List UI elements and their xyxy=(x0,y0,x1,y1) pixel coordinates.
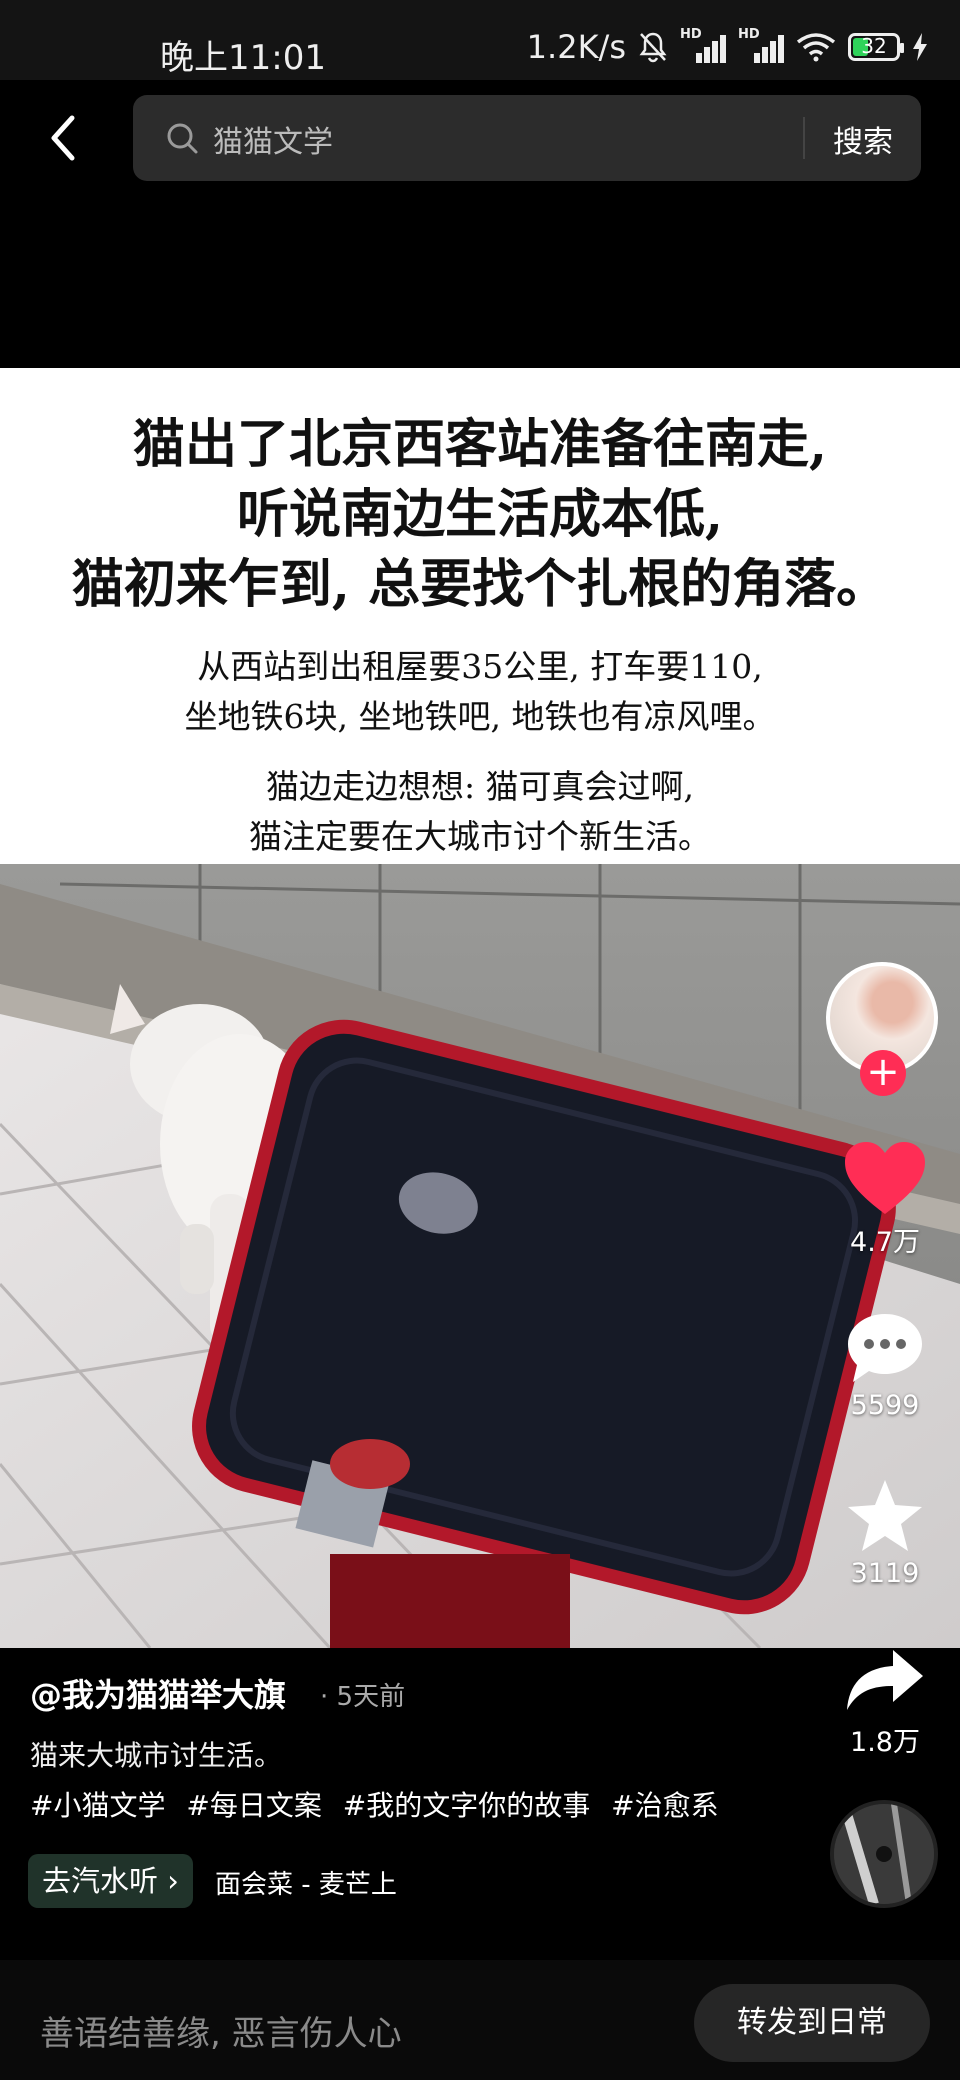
body-line: 猫边走边想想: 猫可真会过啊, xyxy=(265,767,695,806)
hashtag-list: #小猫文学 #每日文案 #我的文字你的故事 #治愈系 xyxy=(30,1784,731,1824)
status-time: 晚上11:01 xyxy=(160,38,326,78)
net-speed: 1.2K/s xyxy=(526,28,626,66)
search-button[interactable]: 搜索 xyxy=(833,117,893,161)
hashtag[interactable]: #治愈系 xyxy=(611,1789,718,1822)
headline-line: 听说南边生活成本低, xyxy=(236,484,724,545)
like-action[interactable]: 4.7万 xyxy=(820,1140,950,1259)
wifi-icon xyxy=(796,33,836,62)
body-line: 猫注定要在大城市讨个新生活。 xyxy=(249,817,711,856)
like-count: 4.7万 xyxy=(850,1227,920,1258)
share-action[interactable]: 1.8万 xyxy=(820,1646,950,1759)
share-count: 1.8万 xyxy=(850,1727,920,1758)
comment-icon[interactable] xyxy=(845,1310,925,1386)
hd-signal-icon: HD xyxy=(680,27,726,63)
comment-count: 5599 xyxy=(850,1390,920,1421)
listen-in-app-button[interactable]: 去汽水听 › xyxy=(28,1854,193,1908)
favorite-action[interactable]: 3119 xyxy=(820,1478,950,1589)
bell-off-icon xyxy=(639,32,667,63)
post-caption: 猫来大城市讨生活。 xyxy=(30,1739,283,1772)
headline-line: 猫出了北京西客站准备往南走, xyxy=(132,414,828,475)
star-icon[interactable] xyxy=(845,1478,925,1554)
forward-to-daily-button[interactable]: 转发到日常 xyxy=(694,1984,930,2062)
comment-action[interactable]: 5599 xyxy=(820,1310,950,1421)
headline-line: 猫初来乍到, 总要找个扎根的角落。 xyxy=(71,554,889,615)
comment-input[interactable]: 善语结善缘, 恶言伤人心 xyxy=(40,2006,402,2055)
heart-icon[interactable] xyxy=(843,1140,927,1216)
battery-icon: 32 xyxy=(848,33,904,61)
music-cover-image xyxy=(834,1804,934,1904)
cat-suitcase-photo xyxy=(0,864,960,1648)
search-query[interactable]: 猫猫文学 xyxy=(213,117,333,161)
status-bar: 晚上11:01 1.2K/s HD HD 32 xyxy=(0,0,960,80)
post-text-card: 猫出了北京西客站准备往南走, 听说南边生活成本低, 猫初来乍到, 总要找个扎根的… xyxy=(0,368,960,864)
song-title[interactable]: 面会菜 - 麦芒上 xyxy=(215,1864,397,1901)
hashtag[interactable]: #每日文案 xyxy=(186,1789,321,1822)
search-icon xyxy=(167,123,198,154)
post-time: · 5天前 xyxy=(320,1682,406,1712)
status-icons: 1.2K/s HD HD 32 xyxy=(526,27,928,66)
search-divider xyxy=(803,117,805,159)
share-icon[interactable] xyxy=(845,1646,925,1716)
back-arrow-icon[interactable] xyxy=(40,108,84,168)
follow-button[interactable]: + xyxy=(860,1050,906,1096)
comment-bar: 善语结善缘, 恶言伤人心 转发到日常 xyxy=(0,1960,960,2080)
chevron-right-icon: › xyxy=(167,1864,179,1898)
body-line: 从西站到出租屋要35公里, 打车要110, xyxy=(197,647,763,686)
body-line: 坐地铁6块, 坐地铁吧, 地铁也有凉风哩。 xyxy=(184,697,776,736)
hashtag[interactable]: #小猫文学 xyxy=(30,1789,165,1822)
music-disc[interactable] xyxy=(830,1800,938,1908)
search-bar[interactable]: 猫猫文学 搜索 xyxy=(133,95,921,181)
charging-icon xyxy=(913,33,927,61)
post-media[interactable]: 猫出了北京西客站准备往南走, 听说南边生活成本低, 猫初来乍到, 总要找个扎根的… xyxy=(0,368,960,1648)
author-name[interactable]: @我为猫猫举大旗 xyxy=(30,1670,286,1716)
hd-signal-icon: HD xyxy=(738,27,784,63)
listen-label: 去汽水听 xyxy=(42,1864,159,1898)
favorite-count: 3119 xyxy=(850,1558,920,1589)
hashtag[interactable]: #我的文字你的故事 xyxy=(343,1789,590,1822)
